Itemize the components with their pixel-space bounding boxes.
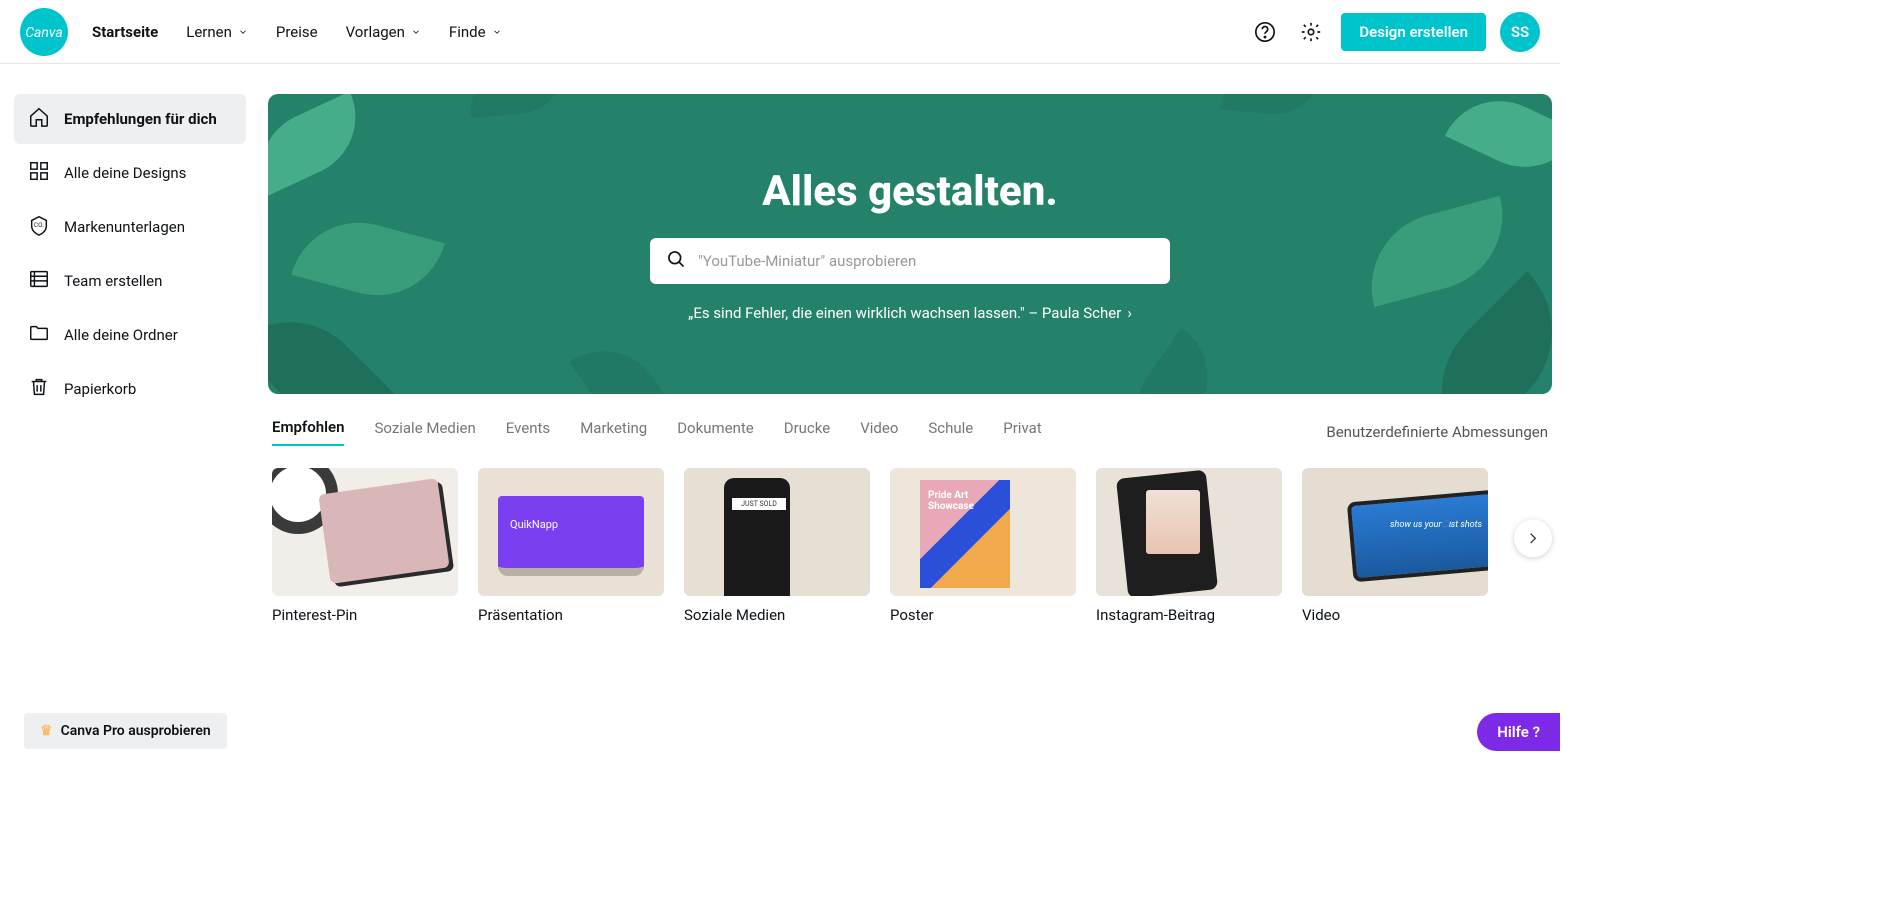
nav-label: Lernen [186,23,232,41]
nav-item-2[interactable]: Preise [276,23,318,41]
help-chat-button[interactable]: Hilfe ? [1477,713,1560,751]
carousel-next-button[interactable] [1514,519,1552,557]
card-label: Instagram-Beitrag [1096,606,1282,624]
pro-button-label: Canva Pro ausprobieren [61,723,211,739]
sidebar-item-home[interactable]: Empfehlungen für dich [14,94,246,144]
tab-7[interactable]: Schule [928,419,973,445]
canva-logo[interactable]: Canva [20,8,68,56]
crown-icon: ♛ [40,723,53,739]
category-tabs: Empfohlen Soziale Medien Events Marketing Do… [260,394,1560,460]
trash-icon [28,376,50,402]
card-thumbnail [1302,468,1488,596]
home-icon [28,106,50,132]
user-avatar[interactable]: SS [1500,12,1540,52]
card-thumbnail [478,468,664,596]
sidebar-item-brand[interactable]: CO. Markenunterlagen [14,202,246,252]
svg-text:Canva: Canva [25,25,63,41]
nav-label: Vorlagen [346,23,405,41]
nav-item-4[interactable]: Finde [449,23,502,41]
card-thumbnail [1096,468,1282,596]
hero-banner: Alles gestalten. „Es sind Fehler, die ei… [268,94,1552,394]
brand-icon: CO. [28,214,50,240]
sidebar-label: Papierkorb [64,380,136,398]
chevron-down-icon [492,23,502,41]
svg-text:CO.: CO. [34,221,44,229]
template-card-video[interactable]: Video [1302,468,1488,624]
card-label: Video [1302,606,1488,624]
card-thumbnail [272,468,458,596]
tab-8[interactable]: Privat [1003,419,1041,445]
tab-0[interactable]: Empfohlen [272,418,344,446]
main-nav: Startseite Lernen Preise Vorlagen Finde [92,23,502,41]
template-cards: Pinterest-Pin Präsentation Soziale Medien P… [260,460,1560,632]
sidebar-item-grid[interactable]: Alle deine Designs [14,148,246,198]
chevron-down-icon [238,23,248,41]
chevron-down-icon [411,23,421,41]
tab-2[interactable]: Events [506,419,550,445]
quote-text: „Es sind Fehler, die einen wirklich wach… [688,304,1121,322]
sidebar-label: Alle deine Ordner [64,326,178,344]
nav-item-1[interactable]: Lernen [186,23,248,41]
sidebar-item-trash[interactable]: Papierkorb [14,364,246,414]
nav-item-3[interactable]: Vorlagen [346,23,421,41]
sidebar-label: Empfehlungen für dich [64,110,217,128]
sidebar-label: Markenunterlagen [64,218,185,236]
sidebar-item-team[interactable]: Team erstellen [14,256,246,306]
sidebar: Empfehlungen für dich Alle deine Designs C… [0,64,260,632]
grid-icon [28,160,50,186]
card-label: Poster [890,606,1076,624]
template-card-insta[interactable]: Instagram-Beitrag [1096,468,1282,624]
custom-dimensions-link[interactable]: Benutzerdefinierte Abmessungen [1326,423,1548,441]
search-input[interactable] [698,252,1154,270]
nav-item-0[interactable]: Startseite [92,23,158,41]
nav-label: Startseite [92,23,158,41]
sidebar-label: Alle deine Designs [64,164,186,182]
help-icon[interactable] [1249,16,1281,48]
sidebar-label: Team erstellen [64,272,162,290]
search-bar[interactable] [650,238,1170,284]
card-label: Pinterest-Pin [272,606,458,624]
tab-5[interactable]: Drucke [784,419,830,445]
card-thumbnail [890,468,1076,596]
tab-3[interactable]: Marketing [580,419,647,445]
team-icon [28,268,50,294]
template-card-social[interactable]: Soziale Medien [684,468,870,624]
folder-icon [28,322,50,348]
canva-pro-button[interactable]: ♛ Canva Pro ausprobieren [24,713,227,749]
tab-4[interactable]: Dokumente [677,419,754,445]
card-label: Soziale Medien [684,606,870,624]
chevron-right-icon: › [1127,304,1132,322]
card-thumbnail [684,468,870,596]
nav-label: Finde [449,23,486,41]
sidebar-item-folder[interactable]: Alle deine Ordner [14,310,246,360]
tab-6[interactable]: Video [860,419,898,445]
template-card-pres[interactable]: Präsentation [478,468,664,624]
create-design-button[interactable]: Design erstellen [1341,13,1486,51]
hero-quote-link[interactable]: „Es sind Fehler, die einen wirklich wach… [688,304,1132,322]
tab-1[interactable]: Soziale Medien [374,419,475,445]
nav-label: Preise [276,23,318,41]
settings-icon[interactable] [1295,16,1327,48]
card-label: Präsentation [478,606,664,624]
search-icon [666,249,686,273]
hero-title: Alles gestalten. [762,167,1058,216]
template-card-poster[interactable]: Poster [890,468,1076,624]
template-card-pin[interactable]: Pinterest-Pin [272,468,458,624]
